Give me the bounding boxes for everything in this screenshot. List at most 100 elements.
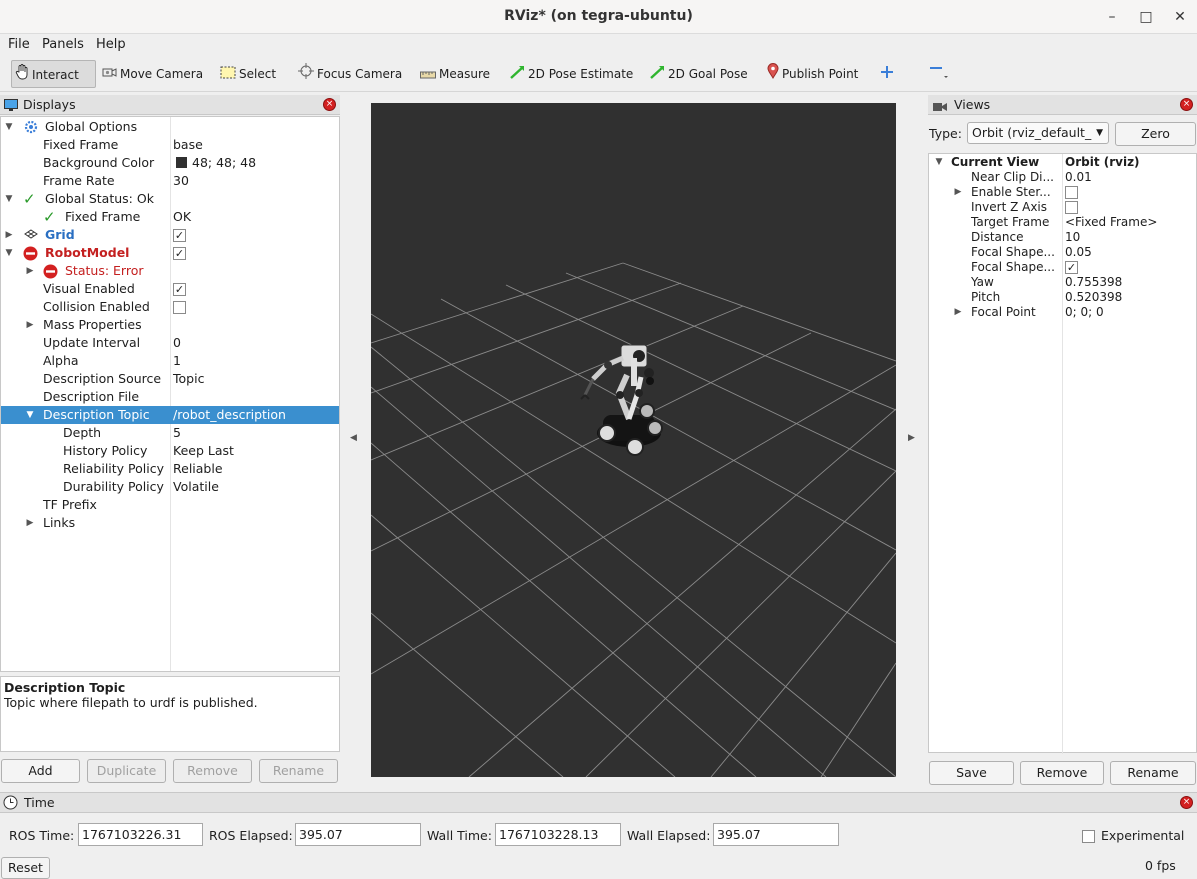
collapse-left-icon[interactable]: ◀ bbox=[350, 433, 357, 443]
color-swatch-value[interactable]: 48; 48; 48 bbox=[173, 154, 256, 172]
expand-arrow-icon[interactable]: ▶ bbox=[4, 226, 14, 244]
view-row-focal-shape-fixed[interactable]: Focal Shape... ✓ bbox=[929, 260, 1196, 275]
collapse-arrow-icon[interactable]: ▼ bbox=[4, 244, 14, 262]
remove-display-button[interactable]: Remove bbox=[173, 759, 252, 783]
tree-row-background-color[interactable]: Background Color 48; 48; 48 bbox=[1, 154, 339, 172]
tree-row-value[interactable]: 5 bbox=[173, 424, 181, 442]
tree-row-reliability-policy[interactable]: Reliability Policy Reliable bbox=[1, 460, 339, 478]
close-panel-icon[interactable]: × bbox=[323, 98, 336, 111]
tree-row-value[interactable]: 1 bbox=[173, 352, 181, 370]
tree-row-visual-enabled[interactable]: Visual Enabled ✓ bbox=[1, 280, 339, 298]
collapse-arrow-icon[interactable]: ▼ bbox=[934, 155, 944, 170]
view-row-target-frame[interactable]: Target Frame <Fixed Frame> bbox=[929, 215, 1196, 230]
close-panel-icon[interactable]: × bbox=[1180, 796, 1193, 809]
invert-z-checkbox[interactable] bbox=[1065, 200, 1078, 215]
tree-row-value[interactable]: 0 bbox=[173, 334, 181, 352]
add-tool-button[interactable] bbox=[880, 60, 897, 88]
select-tool-button[interactable]: Select bbox=[220, 60, 276, 88]
tree-row-tf-prefix[interactable]: TF Prefix bbox=[1, 496, 339, 514]
collapse-arrow-icon[interactable]: ▼ bbox=[25, 406, 35, 424]
view-type-select[interactable]: Orbit (rviz_default_ ▼ bbox=[967, 122, 1109, 144]
tree-row-grid[interactable]: ▶ Grid ✓ bbox=[1, 226, 339, 244]
reset-button[interactable]: Reset bbox=[1, 857, 50, 879]
tree-row-depth[interactable]: Depth 5 bbox=[1, 424, 339, 442]
tree-row-collision-enabled[interactable]: Collision Enabled bbox=[1, 298, 339, 316]
ros-elapsed-field[interactable]: 395.07 bbox=[295, 823, 421, 846]
view-row-value[interactable]: 0.755398 bbox=[1065, 275, 1122, 290]
view-row-distance[interactable]: Distance 10 bbox=[929, 230, 1196, 245]
tree-row-value[interactable]: base bbox=[173, 136, 203, 154]
interact-tool-button[interactable]: Interact bbox=[11, 60, 96, 88]
view-row-value[interactable]: 0.01 bbox=[1065, 170, 1092, 185]
wall-elapsed-field[interactable]: 395.07 bbox=[713, 823, 839, 846]
remove-view-button[interactable]: Remove bbox=[1020, 761, 1104, 785]
enable-stereo-checkbox[interactable] bbox=[1065, 185, 1078, 200]
publish-point-tool-button[interactable]: Publish Point bbox=[767, 60, 858, 88]
expand-arrow-icon[interactable]: ▶ bbox=[25, 262, 35, 280]
tree-row-update-interval[interactable]: Update Interval 0 bbox=[1, 334, 339, 352]
menu-help[interactable]: Help bbox=[96, 37, 126, 52]
menu-file[interactable]: File bbox=[8, 37, 30, 52]
close-window-button[interactable]: ✕ bbox=[1169, 6, 1191, 28]
tree-row-global-options[interactable]: ▼ Global Options bbox=[1, 118, 339, 136]
view-row-value[interactable]: 0; 0; 0 bbox=[1065, 305, 1104, 320]
maximize-button[interactable]: □ bbox=[1135, 6, 1157, 28]
enabled-checkbox[interactable]: ✓ bbox=[173, 244, 186, 262]
tree-row-durability-policy[interactable]: Durability Policy Volatile bbox=[1, 478, 339, 496]
tree-row-value[interactable]: Reliable bbox=[173, 460, 223, 478]
tree-row-value[interactable]: 30 bbox=[173, 172, 189, 190]
minimize-button[interactable]: – bbox=[1101, 6, 1123, 28]
tree-row-history-policy[interactable]: History Policy Keep Last bbox=[1, 442, 339, 460]
view-row-current-view[interactable]: ▼ Current View Orbit (rviz) bbox=[929, 155, 1196, 170]
remove-tool-button[interactable] bbox=[928, 60, 955, 88]
tree-row-description-file[interactable]: Description File bbox=[1, 388, 339, 406]
expand-arrow-icon[interactable]: ▶ bbox=[953, 305, 963, 320]
goal-pose-tool-button[interactable]: 2D Goal Pose bbox=[650, 60, 748, 88]
view-row-value[interactable]: 0.05 bbox=[1065, 245, 1092, 260]
tree-row-description-source[interactable]: Description Source Topic bbox=[1, 370, 339, 388]
focal-shape-checkbox[interactable]: ✓ bbox=[1065, 260, 1078, 275]
save-view-button[interactable]: Save bbox=[929, 761, 1014, 785]
expand-arrow-icon[interactable]: ▶ bbox=[25, 514, 35, 532]
expand-arrow-icon[interactable]: ▶ bbox=[953, 185, 963, 200]
tree-row-value[interactable]: Keep Last bbox=[173, 442, 234, 460]
view-row-invert-z[interactable]: Invert Z Axis bbox=[929, 200, 1196, 215]
view-row-focal-point[interactable]: ▶ Focal Point 0; 0; 0 bbox=[929, 305, 1196, 320]
view-row-focal-shape-size[interactable]: Focal Shape... 0.05 bbox=[929, 245, 1196, 260]
tree-row-frame-rate[interactable]: Frame Rate 30 bbox=[1, 172, 339, 190]
view-row-enable-stereo[interactable]: ▶ Enable Ster... bbox=[929, 185, 1196, 200]
rename-view-button[interactable]: Rename bbox=[1110, 761, 1196, 785]
close-panel-icon[interactable]: × bbox=[1180, 98, 1193, 111]
tree-row-global-status[interactable]: ▼ ✓ Global Status: Ok bbox=[1, 190, 339, 208]
tree-row-alpha[interactable]: Alpha 1 bbox=[1, 352, 339, 370]
ros-time-field[interactable]: 1767103226.31 bbox=[78, 823, 203, 846]
tree-row-mass-properties[interactable]: ▶ Mass Properties bbox=[1, 316, 339, 334]
collision-enabled-checkbox[interactable] bbox=[173, 298, 186, 316]
pose-estimate-tool-button[interactable]: 2D Pose Estimate bbox=[510, 60, 633, 88]
3d-viewport[interactable] bbox=[370, 103, 897, 778]
tree-row-status-fixed-frame[interactable]: ✓ Fixed Frame OK bbox=[1, 208, 339, 226]
tree-row-links[interactable]: ▶ Links bbox=[1, 514, 339, 532]
view-row-value[interactable]: 0.520398 bbox=[1065, 290, 1122, 305]
tree-row-robotmodel[interactable]: ▼ RobotModel ✓ bbox=[1, 244, 339, 262]
measure-tool-button[interactable]: Measure bbox=[420, 60, 490, 88]
view-row-yaw[interactable]: Yaw 0.755398 bbox=[929, 275, 1196, 290]
experimental-checkbox[interactable] bbox=[1082, 828, 1095, 843]
tree-row-value[interactable]: Volatile bbox=[173, 478, 219, 496]
menu-panels[interactable]: Panels bbox=[42, 37, 84, 52]
tree-row-value[interactable]: /robot_description bbox=[173, 406, 286, 424]
view-row-pitch[interactable]: Pitch 0.520398 bbox=[929, 290, 1196, 305]
tree-row-status-error[interactable]: ▶ Status: Error bbox=[1, 262, 339, 280]
collapse-right-icon[interactable]: ▶ bbox=[908, 433, 915, 443]
zero-view-button[interactable]: Zero bbox=[1115, 122, 1196, 146]
enabled-checkbox[interactable]: ✓ bbox=[173, 226, 186, 244]
add-display-button[interactable]: Add bbox=[1, 759, 80, 783]
duplicate-display-button[interactable]: Duplicate bbox=[87, 759, 166, 783]
collapse-arrow-icon[interactable]: ▼ bbox=[4, 190, 14, 208]
expand-arrow-icon[interactable]: ▶ bbox=[25, 316, 35, 334]
visual-enabled-checkbox[interactable]: ✓ bbox=[173, 280, 186, 298]
tree-row-description-topic[interactable]: ▼ Description Topic /robot_description bbox=[1, 406, 339, 424]
tree-row-value[interactable]: Topic bbox=[173, 370, 204, 388]
view-row-near-clip[interactable]: Near Clip Di... 0.01 bbox=[929, 170, 1196, 185]
view-row-value[interactable]: <Fixed Frame> bbox=[1065, 215, 1157, 230]
